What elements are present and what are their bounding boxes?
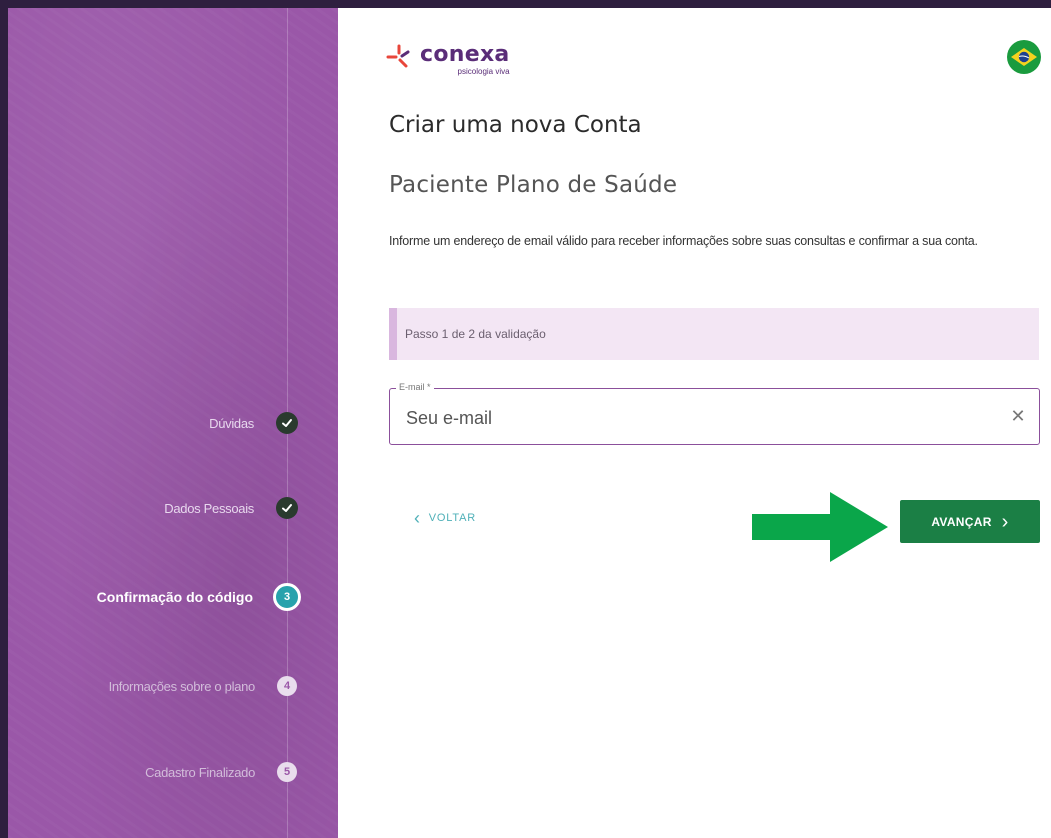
- conexa-logo-icon: [386, 44, 416, 70]
- step-number-badge: 5: [277, 762, 297, 782]
- chevron-right-icon: ›: [1001, 510, 1009, 533]
- brand-logo: conexa psicologia viva: [386, 44, 510, 76]
- chevron-left-icon: ‹: [414, 508, 421, 528]
- step-label: Dados Pessoais: [164, 500, 254, 516]
- brazil-flag-icon[interactable]: [1007, 40, 1041, 74]
- page-subtitle: Paciente Plano de Saúde: [389, 172, 678, 198]
- step-number-badge: 4: [277, 676, 297, 696]
- email-field: E-mail * ✕: [389, 382, 1040, 445]
- step-label: Cadastro Finalizado: [145, 764, 255, 780]
- main-content: conexa psicologia viva Criar uma nova Co…: [338, 8, 1051, 838]
- step-informacoes-plano: Informações sobre o plano 4: [8, 668, 338, 704]
- step-confirmacao-codigo: Confirmação do código 3: [8, 579, 338, 615]
- email-field-label: E-mail *: [396, 382, 434, 392]
- clear-icon[interactable]: ✕: [1009, 406, 1027, 426]
- validation-step-text: Passo 1 de 2 da validação: [405, 327, 546, 341]
- step-number-badge: 3: [273, 583, 301, 611]
- step-cadastro-finalizado: Cadastro Finalizado 5: [8, 754, 338, 790]
- next-button[interactable]: AVANÇAR ›: [900, 500, 1040, 543]
- page-title: Criar uma nova Conta: [389, 112, 642, 138]
- back-button[interactable]: ‹ VOLTAR: [414, 508, 476, 528]
- next-button-label: AVANÇAR: [931, 514, 992, 529]
- step-label: Dúvidas: [209, 415, 254, 431]
- validation-step-banner: Passo 1 de 2 da validação: [389, 308, 1039, 360]
- brand-tagline: psicologia viva: [457, 67, 510, 76]
- step-dados-pessoais: Dados Pessoais: [8, 490, 338, 526]
- step-label: Informações sobre o plano: [108, 678, 256, 694]
- form-description: Informe um endereço de email válido para…: [389, 234, 978, 248]
- back-button-label: VOLTAR: [428, 512, 476, 524]
- brand-name: conexa: [420, 42, 510, 67]
- step-label: Confirmação do código: [96, 589, 253, 605]
- app-frame: Dúvidas Dados Pessoais Confirmação do có…: [8, 8, 1051, 838]
- step-duvidas: Dúvidas: [8, 405, 338, 441]
- annotation-arrow-icon: [752, 492, 888, 562]
- sidebar-stepper: Dúvidas Dados Pessoais Confirmação do có…: [8, 8, 338, 838]
- check-icon: [276, 497, 298, 519]
- check-icon: [276, 412, 298, 434]
- email-input[interactable]: [406, 405, 986, 431]
